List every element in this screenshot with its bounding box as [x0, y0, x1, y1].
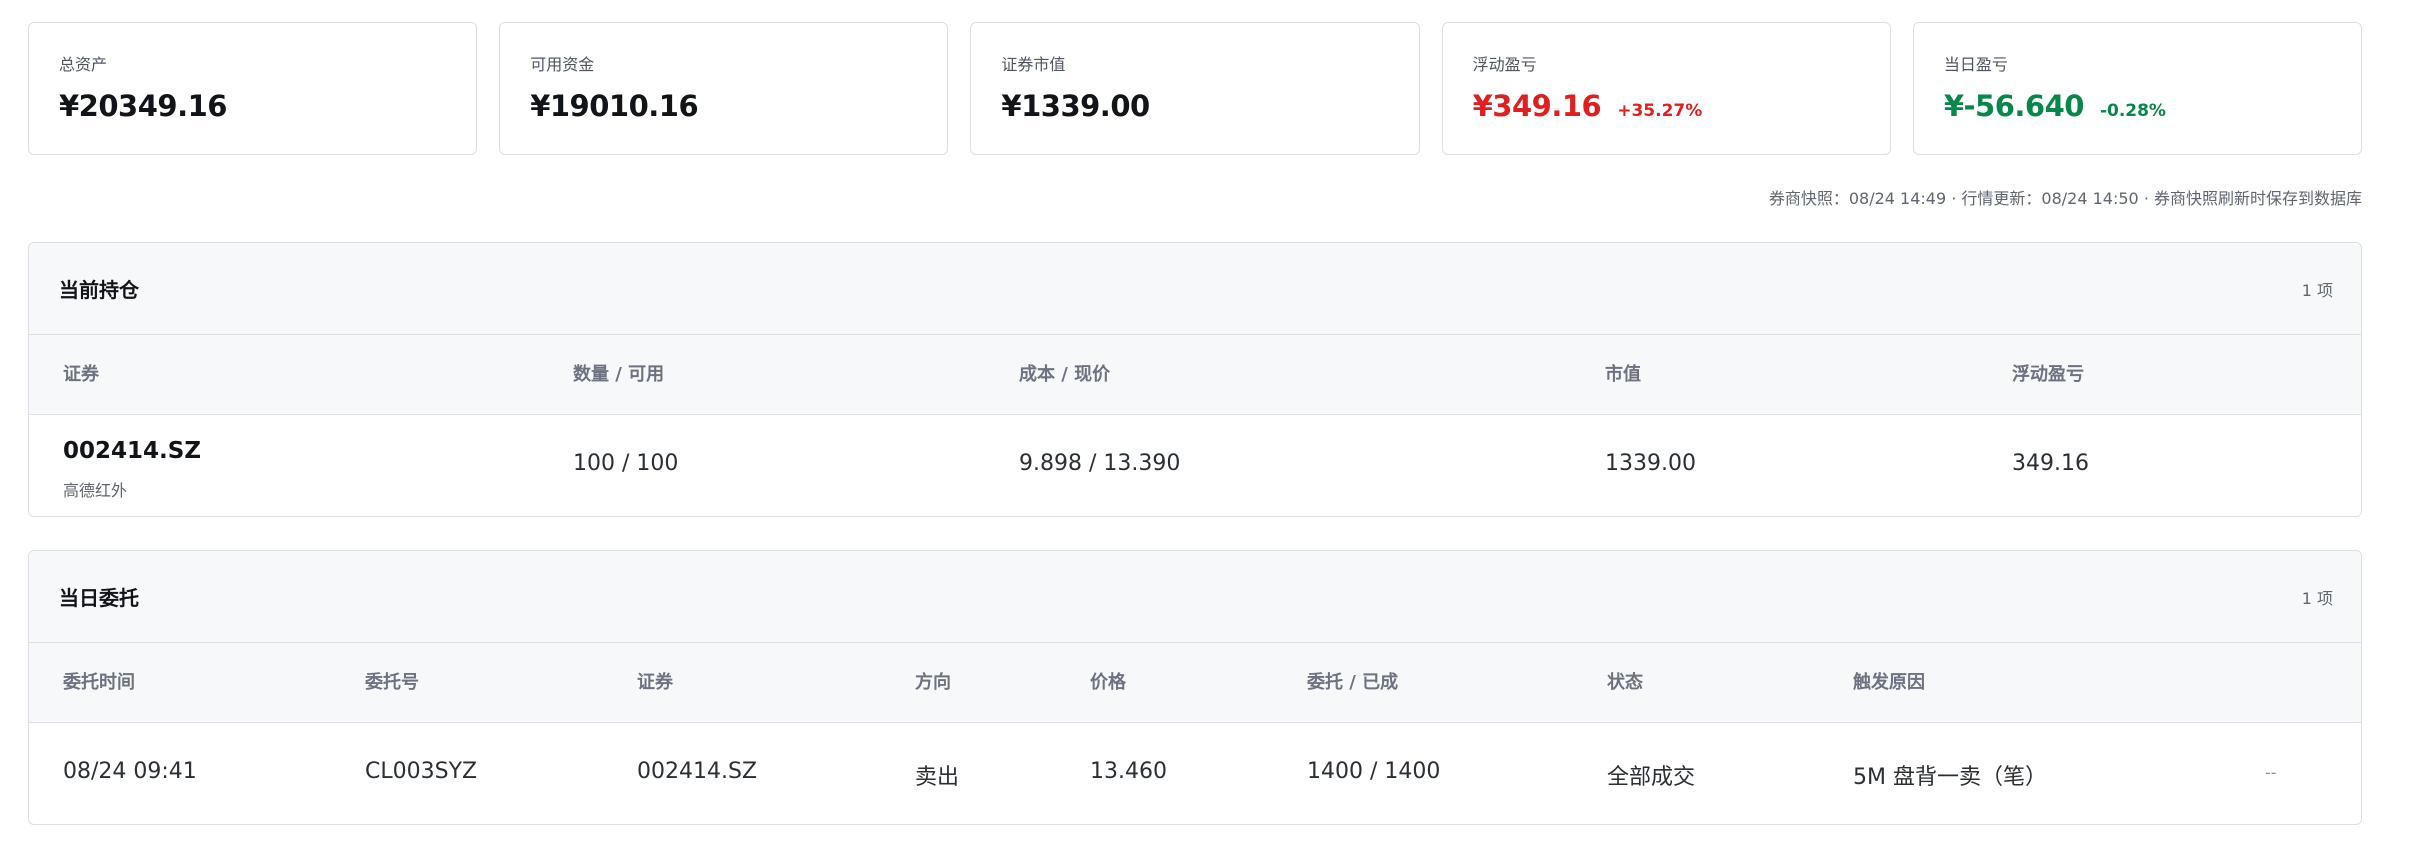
snapshot-note: 券商快照：08/24 14:49 · 行情更新：08/24 14:50 · 券商… [1768, 189, 2362, 208]
column-header: 委托时间 [63, 672, 135, 693]
column-header: 数量 / 可用 [573, 364, 665, 385]
stat-change: -0.28% [2099, 101, 2166, 121]
order-status: 全部成交 [1607, 765, 1696, 790]
stat-label: 浮动盈亏 [1472, 55, 1537, 74]
column-header: 触发原因 [1853, 672, 1925, 693]
orders-panel: 当日委托 1 项 委托时间 委托号 证券 方向 价格 委托 / 已成 状态 触发… [28, 550, 2362, 825]
column-header: 委托号 [365, 672, 419, 693]
market-value: 1339.00 [1605, 451, 1696, 476]
column-header: 市值 [1605, 364, 1641, 385]
stat-value: ¥349.16 [1472, 89, 1602, 123]
stat-change: +35.27% [1617, 101, 1703, 121]
table-header: 委托时间 委托号 证券 方向 价格 委托 / 已成 状态 触发原因 [29, 643, 2361, 723]
stat-value: ¥19010.16 [530, 89, 699, 123]
positions-panel: 当前持仓 1 项 证券 数量 / 可用 成本 / 现价 市值 浮动盈亏 0024… [28, 242, 2362, 517]
market-value-card: 证券市值 ¥1339.00 [970, 22, 1420, 155]
column-header: 价格 [1090, 672, 1126, 693]
column-header: 证券 [637, 672, 673, 693]
security-name: 高德红外 [63, 481, 128, 500]
account-summary: 总资产 ¥20349.16 可用资金 ¥19010.16 证券市值 ¥1339.… [28, 22, 2363, 155]
security-code: 002414.SZ [63, 438, 201, 464]
table-row[interactable]: 002414.SZ 高德红外 100 / 100 9.898 / 13.390 … [29, 415, 2361, 515]
panel-title: 当日委托 [59, 586, 139, 610]
floating-pnl: 349.16 [2012, 451, 2089, 476]
panel-count: 1 项 [2301, 280, 2333, 300]
stat-value: ¥-56.640 [1943, 89, 2085, 123]
column-header: 成本 / 现价 [1019, 364, 1111, 385]
stat-label: 总资产 [59, 55, 108, 74]
trigger-reason: 5M 盘背一卖（笔） [1853, 765, 2047, 790]
stat-value: ¥20349.16 [59, 89, 227, 123]
total-assets-card: 总资产 ¥20349.16 [28, 22, 478, 155]
table-header: 证券 数量 / 可用 成本 / 现价 市值 浮动盈亏 [29, 335, 2361, 415]
cost-price: 9.898 / 13.390 [1019, 451, 1181, 476]
stat-value: ¥1339.00 [1001, 89, 1150, 123]
table-row[interactable]: 08/24 09:41 CL003SYZ 002414.SZ 卖出 13.460… [29, 723, 2361, 823]
order-filled: 1400 / 1400 [1307, 759, 1441, 784]
column-header: 状态 [1607, 672, 1643, 693]
order-side: 卖出 [915, 765, 960, 790]
column-header: 方向 [915, 672, 951, 693]
column-header: 浮动盈亏 [2012, 364, 2084, 385]
stat-label: 可用资金 [530, 55, 595, 74]
daily-pnl-card: 当日盈亏 ¥-56.640 -0.28% [1912, 22, 2363, 155]
positions-header: 当前持仓 1 项 [29, 243, 2361, 335]
orders-header: 当日委托 1 项 [29, 551, 2361, 643]
floating-pnl-card: 浮动盈亏 ¥349.16 +35.27% [1441, 22, 1891, 155]
quantity-available: 100 / 100 [573, 451, 679, 476]
order-time: 08/24 09:41 [63, 759, 197, 784]
row-extra: -- [2265, 763, 2277, 782]
order-number: CL003SYZ [365, 759, 478, 784]
panel-title: 当前持仓 [59, 278, 139, 302]
stat-label: 证券市值 [1001, 55, 1066, 74]
order-price: 13.460 [1090, 759, 1167, 784]
panel-count: 1 项 [2301, 588, 2333, 608]
column-header: 证券 [63, 364, 99, 385]
stat-label: 当日盈亏 [1943, 55, 2008, 74]
available-cash-card: 可用资金 ¥19010.16 [499, 22, 949, 155]
column-header: 委托 / 已成 [1307, 672, 1399, 693]
security-code: 002414.SZ [637, 759, 758, 784]
